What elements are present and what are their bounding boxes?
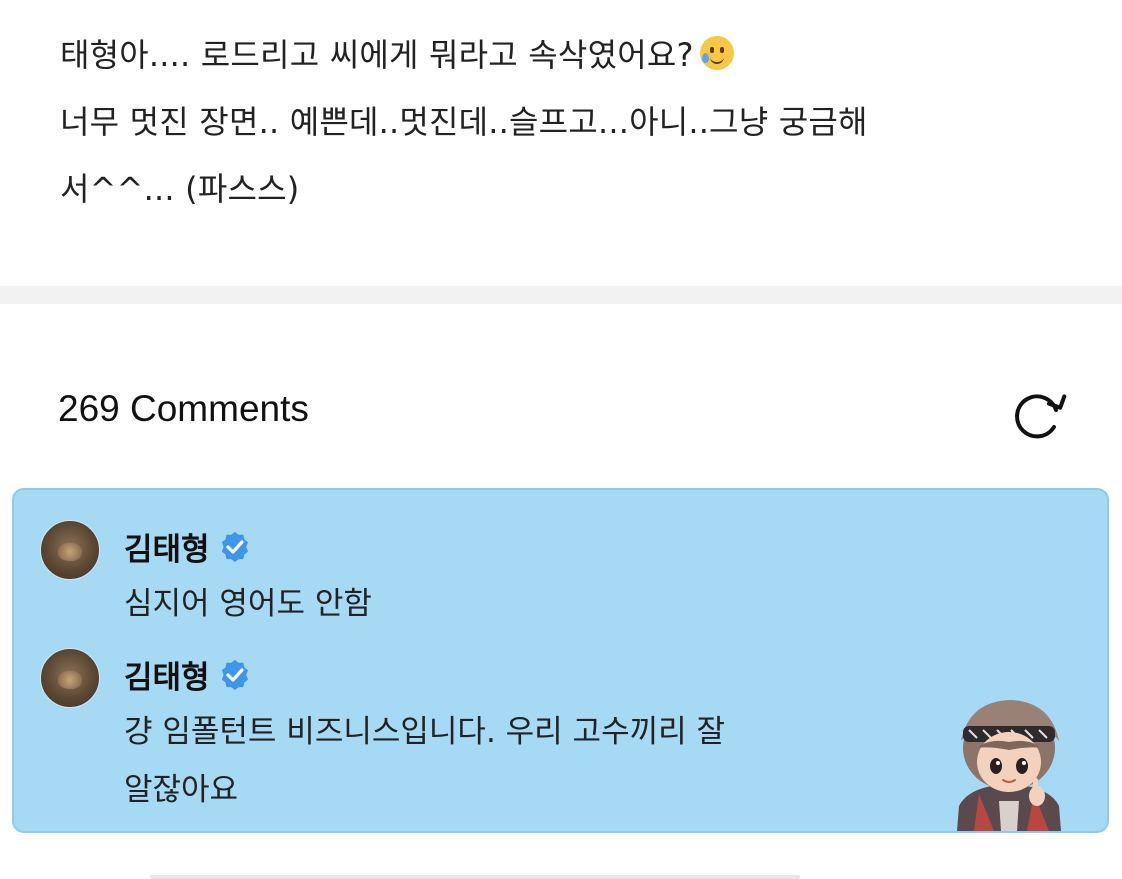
post-line-2: 너무 멋진 장면.. 예쁜데..멋진데..슬프고...아니..그냥 궁금해 — [60, 103, 868, 141]
comment-text-line: 걍 임폴턴트 비즈니스입니다. 우리 고수끼리 잘 — [124, 714, 726, 750]
bottom-divider — [150, 875, 800, 879]
comment-text: 걍 임폴턴트 비즈니스입니다. 우리 고수끼리 잘 알잖아요 — [124, 703, 725, 819]
post-line-1: 태형아.... 로드리고 씨에게 뭐라고 속삭였어요? — [60, 22, 1090, 89]
comment-author[interactable]: 김태형 — [124, 524, 252, 569]
verified-badge-icon — [221, 659, 248, 690]
comment-text-line: 심지어 영어도 안함 — [124, 586, 372, 622]
avatar[interactable] — [40, 520, 100, 580]
post-line-3: 서^^... (파스스) — [60, 170, 300, 208]
smiling-face-with-tear-icon — [699, 36, 734, 70]
pinned-comments-card: 김태형 심지어 영어도 안함 김태형 걍 임폴턴트 비즈니스입니다. 우리 고수… — [12, 488, 1109, 833]
verified-badge-icon — [221, 531, 248, 562]
refresh-icon[interactable] — [1008, 388, 1068, 444]
comments-count-header: 269 Comments — [58, 388, 309, 429]
comment-text: 심지어 영어도 안함 — [124, 575, 372, 633]
comment-text-line: 알잖아요 — [124, 772, 239, 808]
comment-author[interactable]: 김태형 — [124, 652, 252, 697]
character-sticker — [957, 700, 1061, 831]
avatar[interactable] — [40, 648, 100, 708]
section-divider — [0, 286, 1122, 304]
post-body: 태형아.... 로드리고 씨에게 뭐라고 속삭였어요? 너무 멋진 장면.. 예… — [60, 22, 1090, 223]
